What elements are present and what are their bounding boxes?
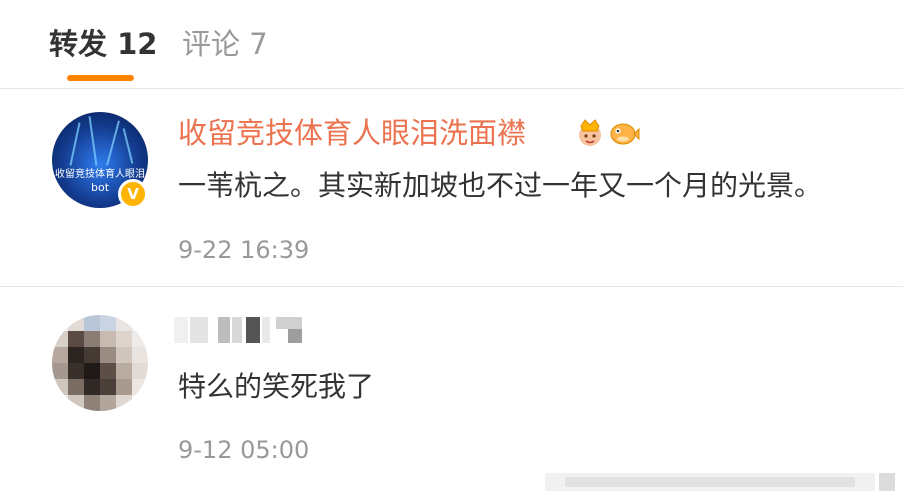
avatar-pixel <box>84 347 100 363</box>
avatar-pixel <box>52 379 68 395</box>
avatar-pixel <box>116 315 132 331</box>
timestamp: 9-22 16:39 <box>178 236 310 264</box>
avatar-pixel <box>84 379 100 395</box>
timestamp: 9-12 05:00 <box>178 436 310 464</box>
redaction-block <box>174 317 188 343</box>
redaction-block <box>262 317 270 343</box>
redaction-block <box>288 329 302 343</box>
avatar-pixel <box>100 347 116 363</box>
active-tab-indicator <box>67 75 134 81</box>
avatar-pixel <box>84 363 100 379</box>
avatar-pixel <box>132 363 148 379</box>
avatar-pixel <box>116 331 132 347</box>
avatar-pixel <box>84 331 100 347</box>
avatar-pixel <box>132 331 148 347</box>
avatar-pixel <box>68 347 84 363</box>
avatar-pixel <box>132 347 148 363</box>
avatar-pixel <box>116 363 132 379</box>
avatar-streak <box>122 128 134 164</box>
avatar-pixel <box>100 331 116 347</box>
tab-comments[interactable]: 评论 7 <box>182 24 268 64</box>
avatar-pixel <box>52 315 68 331</box>
avatar-pixel <box>68 331 84 347</box>
avatar-pixel <box>116 395 132 411</box>
avatar-pixel <box>132 395 148 411</box>
avatar-streak <box>88 116 98 166</box>
avatar-pixel <box>116 347 132 363</box>
redaction-block <box>218 317 230 343</box>
avatar-pixel <box>100 363 116 379</box>
avatar-pixel <box>52 363 68 379</box>
watermark-redacted <box>545 473 895 491</box>
username[interactable]: 收留竞技体育人眼泪洗面襟 <box>178 113 526 153</box>
avatar-pixel <box>52 347 68 363</box>
pufferfish-icon <box>610 123 640 145</box>
redaction-block <box>246 317 260 343</box>
verified-v-icon: V <box>118 179 148 209</box>
avatar-pixel <box>116 379 132 395</box>
avatar-pixel <box>52 395 68 411</box>
avatar-pixelated[interactable] <box>52 315 148 411</box>
comment-text: 一苇杭之。其实新加坡也不过一年又一个月的光景。 <box>178 169 823 202</box>
avatar-pixel <box>132 379 148 395</box>
avatar-pixel <box>52 331 68 347</box>
avatar-pixel <box>68 379 84 395</box>
avatar-pixel <box>84 395 100 411</box>
avatar-pixel <box>68 395 84 411</box>
avatar-pixel <box>68 363 84 379</box>
crown-icon <box>579 119 601 146</box>
comment-text: 特么的笑死我了 <box>178 370 375 403</box>
redaction-block <box>232 317 242 343</box>
avatar-pixel <box>100 379 116 395</box>
avatar-pixel <box>84 315 100 331</box>
tab-bar: 转发 12 评论 7 <box>0 0 903 89</box>
tab-repost[interactable]: 转发 12 <box>49 24 157 64</box>
avatar-streak <box>69 122 81 166</box>
avatar-streak <box>106 120 120 166</box>
avatar-pixel <box>100 315 116 331</box>
repost-item: 收留竞技体育人眼泪 bot V 收留竞技体育人眼泪洗面襟 一苇杭之。其实新加坡也… <box>0 89 903 287</box>
redaction-block <box>276 317 302 329</box>
avatar-pixel <box>100 395 116 411</box>
redaction-block <box>190 317 208 343</box>
avatar-pixel <box>68 315 84 331</box>
avatar-pixel <box>132 315 148 331</box>
username-redacted <box>174 317 304 343</box>
